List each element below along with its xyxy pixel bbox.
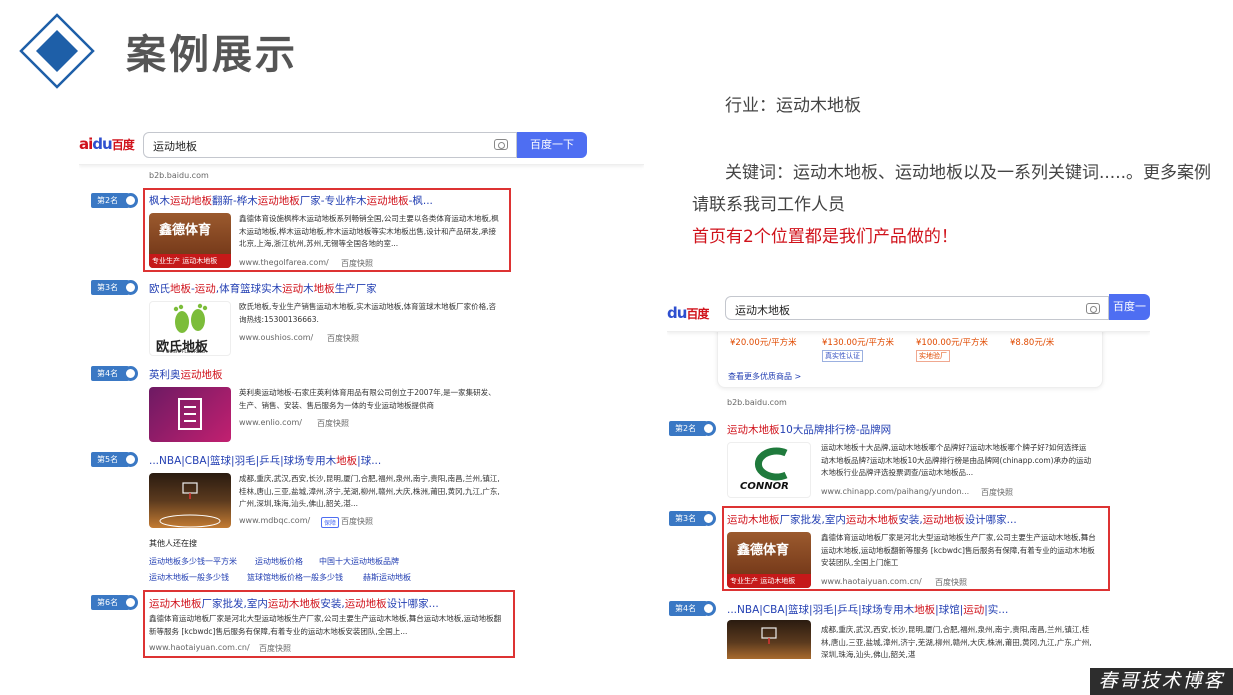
slide-title: 案例展示 [126, 32, 298, 78]
camera-icon[interactable] [1086, 303, 1100, 314]
snapshot-link[interactable]: 百度快照 [317, 418, 349, 429]
result-url[interactable]: www.haotaiyuan.com.cn/ [821, 577, 922, 586]
result-snippet: 欧氏地板,专业生产销售运动木地板,实木运动地板,体育篮球木地板厂家价格,咨询热线… [239, 302, 497, 324]
related-link[interactable]: 运动木地板一般多少钱 [149, 572, 229, 583]
baidu-screenshot-a: aidu百度 运动地板 百度一下 b2b.baidu.com 第2名 枫木运动地… [79, 127, 644, 662]
search-button[interactable]: 百度一 [1109, 294, 1150, 320]
snapshot-link[interactable]: 百度快照 [327, 333, 359, 344]
rank-badge: 第2名 [669, 421, 716, 436]
verify-tag: 真实性认证 [822, 350, 863, 362]
search-query: 运动地板 [153, 140, 197, 153]
result-thumbnail[interactable]: 鑫德体育 专业生产 运动木地板 [727, 532, 811, 588]
highlight-text: 首页有2个位置都是我们产品做的！ [692, 227, 958, 247]
result-url[interactable]: www.oushios.com/ [239, 333, 313, 342]
snapshot-link[interactable]: 百度快照 [341, 516, 373, 527]
rank-badge: 第4名 [669, 601, 716, 616]
related-link[interactable]: 运动地板价格 [255, 556, 303, 567]
connor-logo-icon [754, 447, 788, 481]
price: ¥100.00元/平方米 [916, 338, 989, 348]
result-url[interactable]: www.enlio.com/ [239, 418, 302, 427]
related-title: 其他人还在搜 [149, 539, 197, 548]
result-url[interactable]: www.chinapp.com/paihang/yundon... [821, 487, 969, 496]
snapshot-link[interactable]: 百度快照 [341, 258, 373, 269]
result-snippet: 鑫德体育设施枫桦木运动地板系列畅销全国,公司主要以各类体育运动木地板,枫木运动地… [239, 214, 499, 248]
result-thumbnail[interactable] [727, 620, 811, 659]
keywords-text: 关键词：运动木地板、运动地板以及一系列关键词.....。更多案例请联系我司工作人… [692, 157, 1217, 253]
b2b-source: b2b.baidu.com [149, 171, 209, 180]
result-snippet: 鑫德体育运动地板厂家是河北大型运动地板生产厂家,公司主要生产运动木地板,舞台运动… [821, 533, 1096, 567]
snapshot-link[interactable]: 百度快照 [259, 643, 291, 654]
related-link[interactable]: 中国十大运动地板品牌 [319, 556, 399, 567]
related-link[interactable]: 运动地板多少钱一平方米 [149, 556, 237, 567]
camera-icon[interactable] [494, 139, 508, 150]
rank-badge: 第6名 [91, 595, 138, 610]
search-header: du百度 运动木地板 百度一 [667, 294, 1150, 332]
factory-tag: 实地验厂 [916, 350, 950, 362]
rank-badge: 第3名 [91, 280, 138, 295]
search-input[interactable]: 运动地板 [143, 132, 517, 158]
b2b-source: b2b.baidu.com [727, 398, 787, 407]
result-title[interactable]: 欧氏地板-运动,体育篮球实木运动木地板生产厂家 [149, 281, 377, 296]
result-title[interactable]: 运动木地板厂家批发,室内运动木地板安装,运动地板设计哪家... [149, 596, 439, 611]
related-link[interactable]: 篮球馆地板价格一般多少钱 [247, 572, 343, 583]
rank-badge: 第3名 [669, 511, 716, 526]
rank-badge: 第5名 [91, 452, 138, 467]
result-title[interactable]: 运动木地板10大品牌排行榜-品牌网 [727, 422, 891, 437]
result-thumbnail[interactable] [149, 473, 231, 528]
result-url[interactable]: www.thegolfarea.com/ [239, 258, 329, 267]
search-button[interactable]: 百度一下 [517, 132, 587, 158]
search-query: 运动木地板 [735, 304, 790, 317]
result-title[interactable]: 枫木运动地板翻新-桦木运动地板厂家-专业柞木运动地板-枫... [149, 193, 433, 208]
rank-badge: 第4名 [91, 366, 138, 381]
basketball-court-icon [159, 482, 221, 528]
baidu-logo[interactable]: du百度 [667, 304, 709, 322]
related-link[interactable]: 赫斯运动地板 [363, 572, 411, 583]
result-snippet: 成都,重庆,武汉,西安,长沙,昆明,厦门,合肥,福州,泉州,南宁,贵阳,南昌,兰… [239, 474, 500, 508]
baidu-logo[interactable]: aidu百度 [79, 135, 135, 153]
result-snippet: 成都,重庆,武汉,西安,长沙,昆明,厦门,合肥,福州,泉州,南宁,贵阳,南昌,兰… [821, 625, 1092, 659]
result-snippet: 鑫德体育运动地板厂家是河北大型运动地板生产厂家,公司主要生产运动木地板,舞台运动… [149, 614, 502, 636]
building-icon [178, 398, 202, 430]
result-url[interactable]: www.mdbqc.com/ [239, 516, 310, 525]
search-header: aidu百度 运动地板 百度一下 [79, 127, 644, 165]
result-title[interactable]: 英利奥运动地板 [149, 367, 223, 382]
baidu-screenshot-b: ¥20.00元/平方米 ¥130.00元/平方米 ¥100.00元/平方米 ¥8… [667, 294, 1150, 659]
basketball-court-icon [761, 627, 777, 644]
rank-badge: 第2名 [91, 193, 138, 208]
result-url[interactable]: www.haotaiyuan.com.cn/ [149, 643, 250, 652]
more-goods-link[interactable]: 查看更多优质商品 > [728, 371, 801, 382]
result-title[interactable]: ...NBA|CBA|篮球|羽毛|乒乓|球场专用木地板|球馆|运动|实... [727, 602, 1008, 617]
search-input[interactable]: 运动木地板 [725, 296, 1109, 320]
result-thumbnail[interactable]: CONNOR [727, 442, 811, 498]
watermark: 春哥技术博客 [1090, 668, 1233, 695]
snapshot-link[interactable]: 百度快照 [981, 487, 1013, 498]
snapshot-link[interactable]: 百度快照 [935, 577, 967, 588]
result-title[interactable]: ...NBA|CBA|篮球|羽毛|乒乓|球场专用木地板|球... [149, 453, 381, 468]
price: ¥130.00元/平方米 [822, 338, 895, 348]
result-snippet: 英利奥运动地板-石家庄英利体育用品有限公司创立于2007年,是一家集研发、生产、… [239, 388, 496, 410]
result-thumbnail[interactable]: 鑫德体育 专业生产 运动木地板 [149, 213, 231, 268]
result-thumbnail[interactable] [149, 387, 231, 442]
price: ¥20.00元/平方米 [730, 338, 797, 348]
result-snippet: 运动木地板十大品牌,运动木地板哪个品牌好?运动木地板哪个牌子好?如何选择运动木地… [821, 443, 1092, 477]
guarantee-badge: 保障 [321, 517, 340, 528]
result-thumbnail[interactable]: 欧氏地板 OUSHI FLOORING [149, 301, 231, 356]
industry-text: 行业：运动木地板 [725, 96, 861, 116]
price: ¥8.80元/米 [1010, 338, 1055, 348]
footprint-icon [173, 303, 208, 333]
result-title[interactable]: 运动木地板厂家批发,室内运动木地板安装,运动地板设计哪家... [727, 512, 1017, 527]
diamond-logo-icon [19, 13, 95, 89]
keywords-line: 关键词：运动木地板、运动地板以及一系列关键词.....。更多案例请联系我司工作人… [692, 163, 1212, 215]
